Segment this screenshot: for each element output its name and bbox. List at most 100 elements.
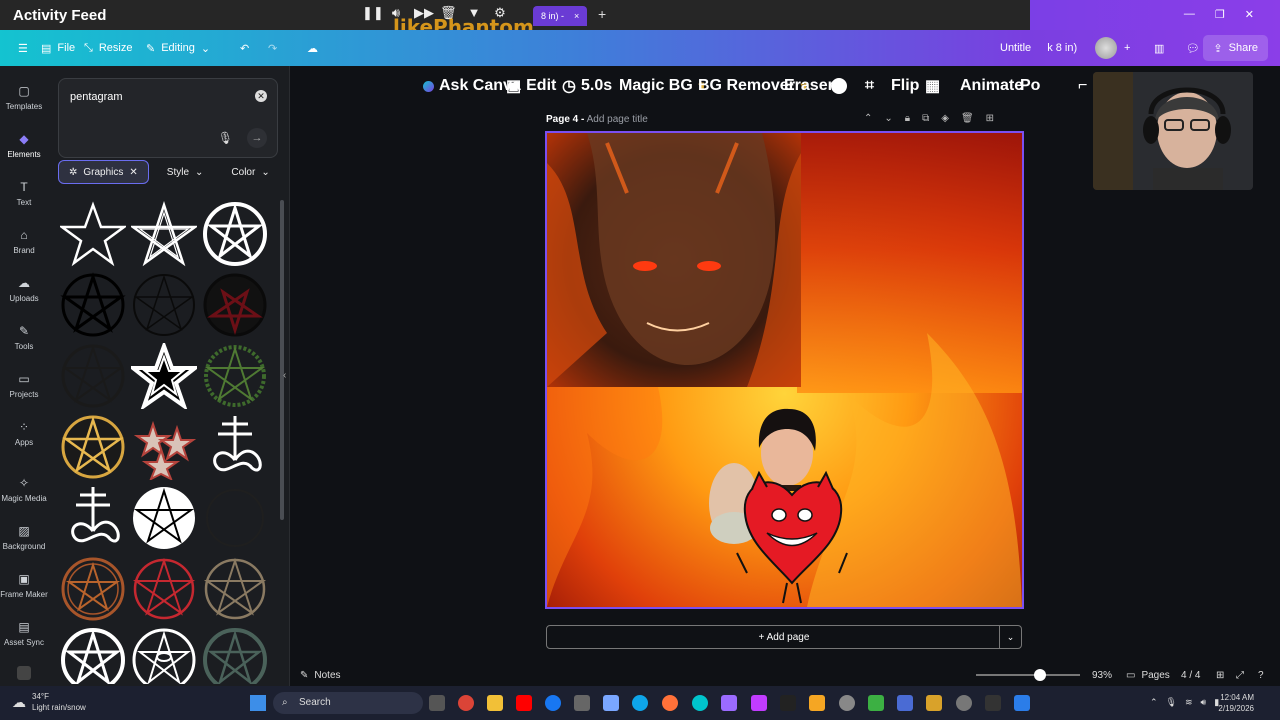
flip-button[interactable]: Flip [891,73,919,99]
insights-icon[interactable]: ▥ [1154,30,1164,66]
color-swatch[interactable] [831,73,847,99]
position-button[interactable]: Po [1020,73,1040,99]
app-icon[interactable] [751,695,767,711]
resize-button[interactable]: ⤡ Resize [84,30,132,66]
pentacle-result[interactable] [202,485,268,551]
search-input[interactable]: pentagram [70,91,123,103]
volume-icon[interactable]: 🔊︎ [1201,697,1207,708]
app-icon[interactable] [780,695,796,711]
file-menu[interactable]: ▤ File [41,30,75,66]
new-tab-icon[interactable]: + [598,6,606,22]
design-canvas[interactable] [545,131,1024,609]
rail-item-more[interactable] [0,666,48,684]
close-icon[interactable]: × [574,6,579,26]
rail-item-templates[interactable]: ▢ Templates [0,84,48,111]
pentacle-result[interactable] [131,485,197,551]
rail-item-projects[interactable]: ▭ Projects [0,372,48,399]
clear-search-icon[interactable]: ✕ [255,90,267,102]
microphone-icon[interactable]: 🎙︎ [218,131,233,145]
clock[interactable]: 12:04 AM 2/19/2026 [1218,692,1254,714]
eraser-button[interactable]: Eraser [784,73,834,99]
rail-item-apps[interactable]: ⁘ Apps [0,420,48,447]
browser-tab[interactable]: 8 in) - × [533,6,588,26]
taskbar-search[interactable]: ⌕ Search [273,692,423,714]
animate-button[interactable]: Animate [960,73,1023,99]
cloud-save-icon[interactable]: ☁ [307,30,318,66]
pentagram-result[interactable] [131,343,197,409]
pentacle-result[interactable] [202,201,268,267]
paint-format-icon[interactable]: ⌐ [1078,73,1087,99]
chevron-down-icon[interactable]: ⌄ [999,626,1021,648]
pentagram-result[interactable] [131,201,197,267]
microphone-icon[interactable]: 🎙︎ [1166,697,1177,708]
app-icon[interactable] [868,695,884,711]
canva-app-icon[interactable] [692,695,708,711]
pentacle-result[interactable] [202,627,268,684]
pentacle-result[interactable] [60,556,126,622]
notes-button[interactable]: ✎ Notes [300,670,341,681]
firefox-icon[interactable] [662,695,678,711]
comment-icon[interactable]: 💬︎ [1186,30,1200,66]
pentacle-result[interactable] [131,272,197,338]
pentacle-result[interactable] [60,627,126,684]
lock-icon[interactable]: 🔒︎ [905,113,910,124]
document-title[interactable]: Untitle k 8 in) [1000,30,1077,66]
help-icon[interactable]: ? [1258,670,1264,681]
rail-item-uploads[interactable]: ☁ Uploads [0,276,48,303]
app-icon[interactable] [809,695,825,711]
edge-icon[interactable] [632,695,648,711]
app-icon[interactable] [985,695,1001,711]
chevron-up-icon[interactable]: ⌃ [1150,697,1158,708]
pages-button[interactable]: ▭ Pages [1126,670,1170,681]
wifi-icon[interactable]: ≋ [1185,697,1193,708]
rail-item-elements[interactable]: ◆ Elements [0,132,48,159]
graphics-filter-chip[interactable]: ✲ Graphics ✕ [58,160,149,184]
pentacle-result[interactable] [60,343,126,409]
zoom-slider[interactable] [976,669,1080,681]
app-icon[interactable] [1014,695,1030,711]
leviathan-cross-result[interactable] [60,485,126,551]
chevron-up-icon[interactable]: ⌃ [864,113,872,124]
pentacle-result[interactable] [131,627,197,684]
pentacle-result[interactable] [202,556,268,622]
app-icon[interactable] [839,695,855,711]
page-title-input[interactable]: Add page title [587,114,648,125]
redo-icon[interactable]: ↷ [268,30,277,66]
duplicate-icon[interactable]: ⧉ [922,113,929,124]
rail-item-frame-maker[interactable]: ▣ Frame Maker [0,572,48,599]
remove-filter-icon[interactable]: ✕ [129,167,137,178]
minimize-icon[interactable]: — [1184,8,1195,21]
style-filter[interactable]: Style ⌄ [157,160,214,184]
magic-bg-button[interactable]: Magic BG ♛ [619,73,706,99]
zoom-level[interactable]: 93% [1092,670,1112,681]
app-icon[interactable] [603,695,619,711]
demon-image[interactable] [547,133,801,387]
rail-item-brand[interactable]: ⌂ Brand [0,228,48,255]
pentacle-result[interactable] [202,343,268,409]
pentagram-result[interactable] [60,201,126,267]
delete-page-icon[interactable]: 🗑︎ [961,113,974,124]
arrow-right-icon[interactable]: → [247,128,267,148]
search-field[interactable]: pentagram ✕ 🎙︎ → [58,78,278,158]
chrome-icon[interactable] [458,695,474,711]
add-collaborator-icon[interactable]: + [1124,30,1130,66]
weather-widget[interactable]: ☁ 34°F Light rain/snow [12,691,86,713]
undo-icon[interactable]: ↶ [240,30,249,66]
rail-item-tools[interactable]: ✎ Tools [0,324,48,351]
close-window-icon[interactable]: ✕ [1245,8,1254,21]
fullscreen-icon[interactable]: ⤢ [1236,670,1244,681]
app-icon[interactable] [897,695,913,711]
grid-view-icon[interactable]: ⊞ [1216,670,1224,681]
windows-start-icon[interactable] [250,695,266,711]
duration-button[interactable]: ◷ 5.0s [562,73,612,99]
pentagram-result[interactable] [131,414,197,480]
pentacle-result[interactable] [60,414,126,480]
zoom-slider-handle[interactable] [1034,669,1046,681]
leviathan-cross-result[interactable] [202,414,268,480]
chevron-down-icon[interactable]: ⌄ [884,113,892,124]
avatar[interactable] [1095,30,1117,66]
add-page-button[interactable]: + Add page ⌄ [546,625,1022,649]
pause-icon[interactable]: ❚❚ [362,5,384,21]
rail-item-text[interactable]: T Text [0,180,48,207]
file-explorer-icon[interactable] [487,695,503,711]
